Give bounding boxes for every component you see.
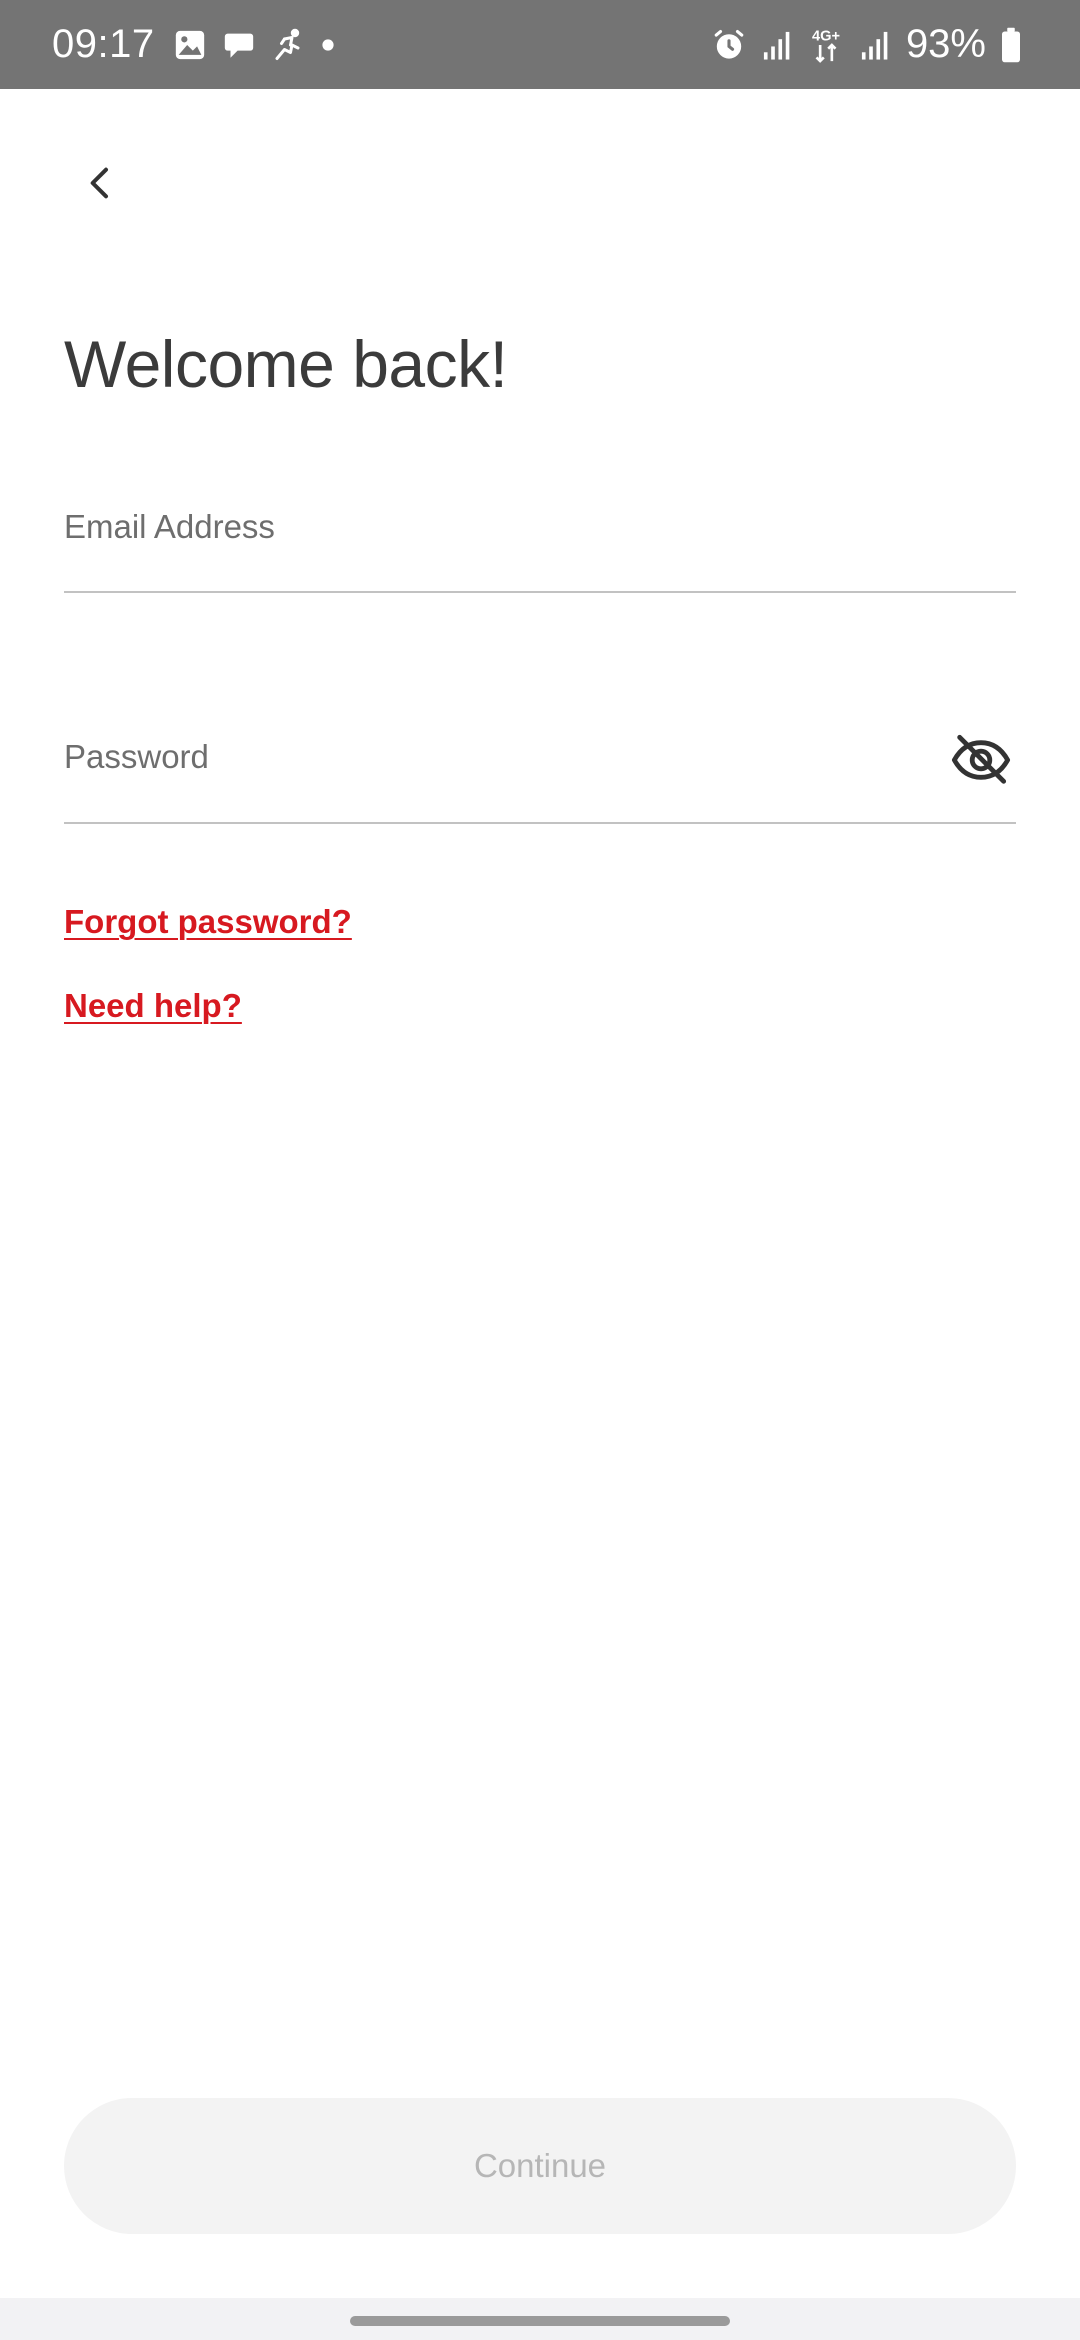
image-icon: [173, 28, 207, 62]
back-button[interactable]: [66, 148, 136, 218]
battery-percentage: 93%: [905, 22, 986, 66]
need-help-link[interactable]: Need help?: [64, 987, 242, 1025]
chevron-left-icon: [90, 167, 108, 199]
forgot-password-link[interactable]: Forgot password?: [64, 903, 352, 941]
dot-icon: [321, 38, 335, 52]
status-time: 09:17: [52, 22, 155, 66]
home-indicator[interactable]: [350, 2316, 730, 2326]
continue-button[interactable]: Continue: [64, 2098, 1016, 2234]
password-field-container: [64, 725, 1016, 824]
email-field-container: [64, 495, 1016, 593]
eye-off-icon: [951, 734, 1011, 784]
navigation-bar: [0, 2298, 1080, 2340]
network-4g-icon: 4G+: [808, 26, 844, 64]
password-input[interactable]: [64, 727, 924, 787]
running-icon: [271, 27, 307, 63]
login-screen: 09:17 4G+ 93% Welcome back! Email Addres…: [0, 0, 1080, 2340]
chat-bubble-icon: [221, 28, 257, 62]
signal-icon: [762, 29, 792, 61]
status-bar: 09:17 4G+ 93%: [0, 0, 1080, 89]
page-title: Welcome back!: [64, 327, 508, 401]
signal-icon: [860, 29, 890, 61]
password-visibility-toggle[interactable]: [946, 725, 1016, 795]
status-bar-right: 4G+ 93%: [706, 22, 1032, 67]
status-bar-left: 09:17: [52, 22, 349, 67]
network-type-label: 4G+: [812, 28, 840, 44]
email-input[interactable]: [64, 497, 1016, 557]
alarm-icon: [712, 28, 746, 62]
battery-icon: [1000, 27, 1022, 63]
